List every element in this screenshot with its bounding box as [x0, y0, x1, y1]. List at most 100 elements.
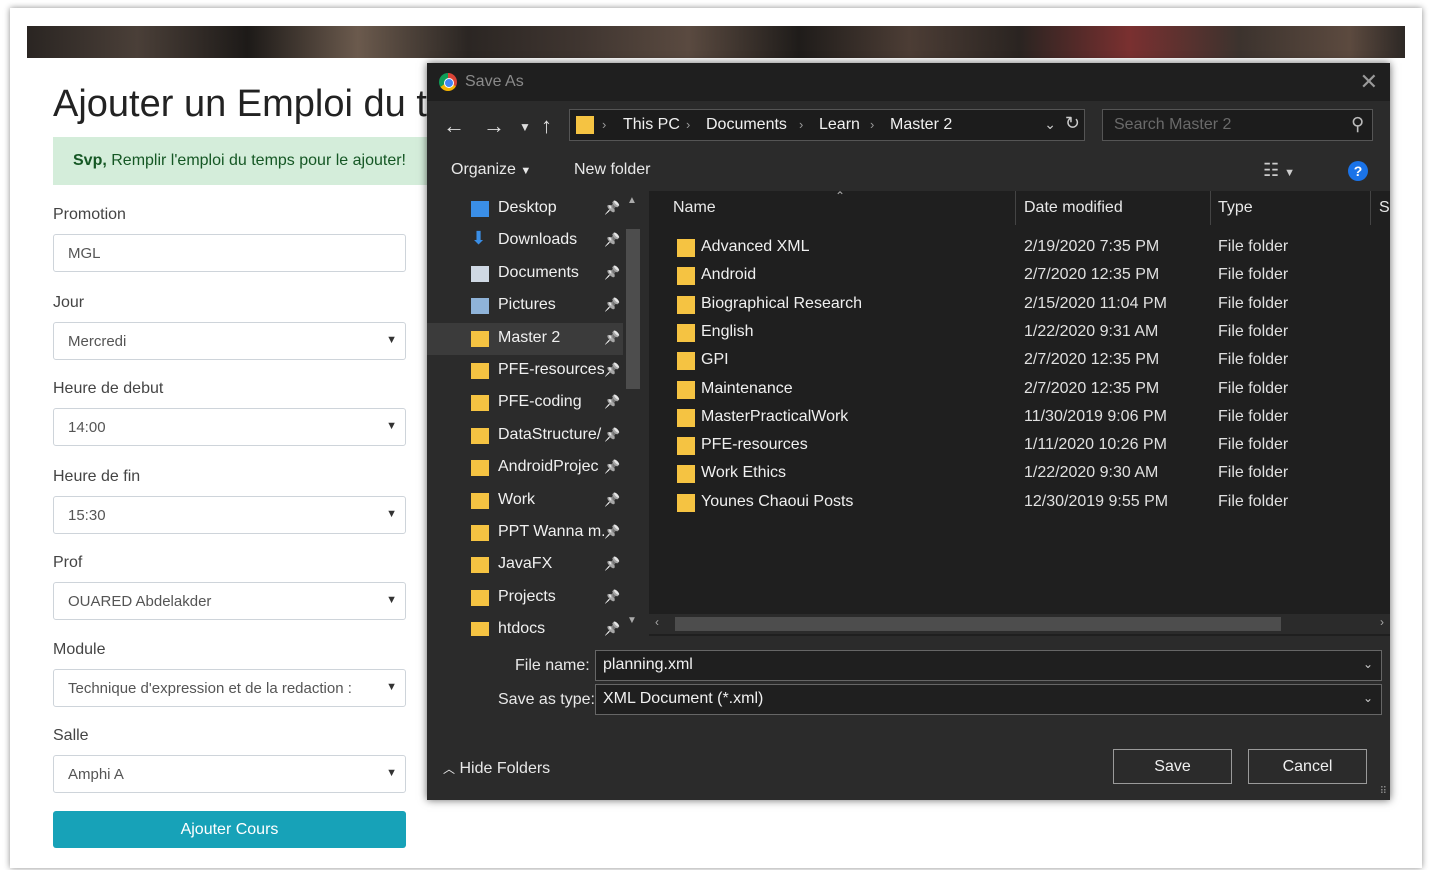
pin-icon[interactable]: 📌	[604, 362, 620, 378]
dialog-titlebar[interactable]: Save As ✕	[427, 63, 1390, 101]
pin-icon[interactable]: 📌	[604, 265, 620, 281]
pin-icon[interactable]: 📌	[604, 297, 620, 313]
scroll-down-icon[interactable]: ▼	[627, 615, 637, 626]
pin-icon[interactable]: 📌	[604, 589, 620, 605]
organize-button[interactable]: Organize ▼	[451, 161, 531, 179]
file-type: File folder	[1218, 407, 1289, 425]
download-icon: ⬇	[471, 228, 487, 249]
up-arrow-icon[interactable]: ↑	[541, 113, 552, 139]
file-row[interactable]: Maintenance 2/7/2020 12:35 PM File folder	[649, 376, 1390, 404]
promotion-input[interactable]: MGL	[53, 234, 406, 272]
nav-item[interactable]: Documents 📌	[427, 258, 623, 290]
file-row[interactable]: Android 2/7/2020 12:35 PM File folder	[649, 262, 1390, 290]
file-row[interactable]: MasterPracticalWork 11/30/2019 9:06 PM Fil…	[649, 404, 1390, 432]
chevron-down-icon[interactable]: ⌄	[1363, 657, 1373, 671]
resize-grip-icon[interactable]: ⠿	[1380, 786, 1387, 797]
file-row[interactable]: PFE-resources 1/11/2020 10:26 PM File fold…	[649, 432, 1390, 460]
help-icon[interactable]: ?	[1348, 161, 1368, 181]
file-row[interactable]: Younes Chaoui Posts 12/30/2019 9:55 PM Fil…	[649, 489, 1390, 517]
scrollbar-thumb[interactable]	[675, 617, 1281, 631]
file-row[interactable]: Advanced XML 2/19/2020 7:35 PM File folder	[649, 234, 1390, 262]
view-options-icon[interactable]: ☷ ▼	[1263, 160, 1295, 181]
heure-fin-label: Heure de fin	[53, 468, 141, 485]
nav-item[interactable]: Work 📌	[427, 485, 623, 517]
prof-label: Prof	[53, 554, 83, 571]
column-header-type[interactable]: Type	[1218, 199, 1253, 217]
file-name: English	[701, 322, 754, 340]
file-name: MasterPracticalWork	[701, 407, 849, 425]
back-arrow-icon[interactable]: ←	[443, 113, 465, 139]
hide-folders-button[interactable]: ︿ Hide Folders	[443, 760, 550, 778]
close-icon[interactable]: ✕	[1360, 69, 1378, 95]
refresh-icon[interactable]: ↻	[1065, 113, 1080, 134]
pin-icon[interactable]: 📌	[604, 492, 620, 508]
save-button[interactable]: Save	[1113, 749, 1232, 784]
pin-icon[interactable]: 📌	[604, 200, 620, 216]
column-header-name[interactable]: Name	[673, 199, 716, 217]
save-type-select[interactable]: XML Document (*.xml) ⌄	[595, 684, 1382, 715]
column-header-size[interactable]: S	[1379, 199, 1390, 217]
salle-value: Amphi A	[68, 766, 124, 783]
scrollbar-thumb[interactable]	[626, 229, 640, 389]
recent-locations-chevron-icon[interactable]: ▼	[519, 120, 531, 134]
cancel-button[interactable]: Cancel	[1248, 749, 1367, 784]
search-input[interactable]: Search Master 2 ⚲	[1102, 109, 1373, 141]
file-name-input[interactable]: planning.xml ⌄	[595, 650, 1382, 681]
column-divider[interactable]	[1015, 191, 1016, 225]
salle-select[interactable]: Amphi A ▼	[53, 755, 406, 793]
folder-icon	[677, 352, 695, 371]
pin-icon[interactable]: 📌	[604, 556, 620, 572]
nav-item-label: Documents	[498, 263, 579, 281]
nav-item[interactable]: PFE-coding 📌	[427, 387, 623, 419]
new-folder-button[interactable]: New folder	[574, 161, 650, 179]
pin-icon[interactable]: 📌	[604, 394, 620, 410]
breadcrumb-master-2[interactable]: Master 2	[890, 116, 952, 134]
nav-item[interactable]: DataStructure/📌	[427, 420, 623, 452]
breadcrumb-learn[interactable]: Learn	[819, 116, 860, 134]
scroll-left-icon[interactable]: ‹	[655, 615, 659, 629]
heure-debut-select[interactable]: 14:00 ▼	[53, 408, 406, 446]
folder-icon	[471, 395, 489, 412]
nav-item[interactable]: htdocs 📌	[427, 614, 623, 636]
nav-item[interactable]: PFE-resources 📌	[427, 355, 623, 387]
ajouter-cours-button[interactable]: Ajouter Cours	[53, 811, 406, 848]
file-row[interactable]: GPI 2/7/2020 12:35 PM File folder	[649, 347, 1390, 375]
nav-item[interactable]: ⬇ Downloads 📌	[427, 225, 623, 257]
scroll-up-icon[interactable]: ▲	[627, 195, 637, 206]
column-divider[interactable]	[1370, 191, 1371, 225]
heure-fin-select[interactable]: 15:30 ▼	[53, 496, 406, 534]
pin-icon[interactable]: 📌	[604, 330, 620, 346]
forward-arrow-icon[interactable]: →	[483, 113, 505, 139]
scroll-right-icon[interactable]: ›	[1380, 615, 1384, 629]
chevron-down-icon[interactable]: ⌄	[1044, 116, 1056, 133]
file-row[interactable]: Biographical Research 2/15/2020 11:04 PM F…	[649, 291, 1390, 319]
breadcrumb-documents[interactable]: Documents	[706, 116, 787, 134]
jour-select[interactable]: Mercredi ▼	[53, 322, 406, 360]
horizontal-scrollbar[interactable]: ‹ ›	[649, 614, 1390, 634]
breadcrumb-this-pc[interactable]: This PC	[623, 116, 680, 134]
chevron-down-icon[interactable]: ⌄	[1363, 691, 1373, 705]
address-bar[interactable]: › This PC › Documents › Learn › Master 2…	[569, 109, 1085, 141]
pin-icon[interactable]: 📌	[604, 621, 620, 636]
nav-item[interactable]: JavaFX 📌	[427, 549, 623, 581]
nav-item[interactable]: PPT Wanna m. 📌	[427, 517, 623, 549]
file-row[interactable]: English 1/22/2020 9:31 AM File folder	[649, 319, 1390, 347]
column-divider[interactable]	[1210, 191, 1211, 225]
chrome-icon	[439, 73, 457, 91]
nav-item[interactable]: Projects 📌	[427, 582, 623, 614]
module-select[interactable]: Technique d'expression et de la redactio…	[53, 669, 406, 707]
nav-item[interactable]: AndroidProjec 📌	[427, 452, 623, 484]
pin-icon[interactable]: 📌	[604, 232, 620, 248]
nav-item[interactable]: Desktop 📌	[427, 193, 623, 225]
pin-icon[interactable]: 📌	[604, 427, 620, 443]
file-date: 11/30/2019 9:06 PM	[1024, 407, 1167, 425]
file-type: File folder	[1218, 294, 1289, 312]
file-row[interactable]: Work Ethics 1/22/2020 9:30 AM File folder	[649, 460, 1390, 488]
pin-icon[interactable]: 📌	[604, 524, 620, 540]
prof-select[interactable]: OUARED Abdelakder ▼	[53, 582, 406, 620]
vertical-scrollbar[interactable]: ▲ ▼	[623, 191, 643, 636]
nav-item[interactable]: Master 2 📌	[427, 322, 623, 355]
column-header-date[interactable]: Date modified	[1024, 199, 1123, 217]
nav-item[interactable]: Pictures 📌	[427, 290, 623, 322]
pin-icon[interactable]: 📌	[604, 459, 620, 475]
